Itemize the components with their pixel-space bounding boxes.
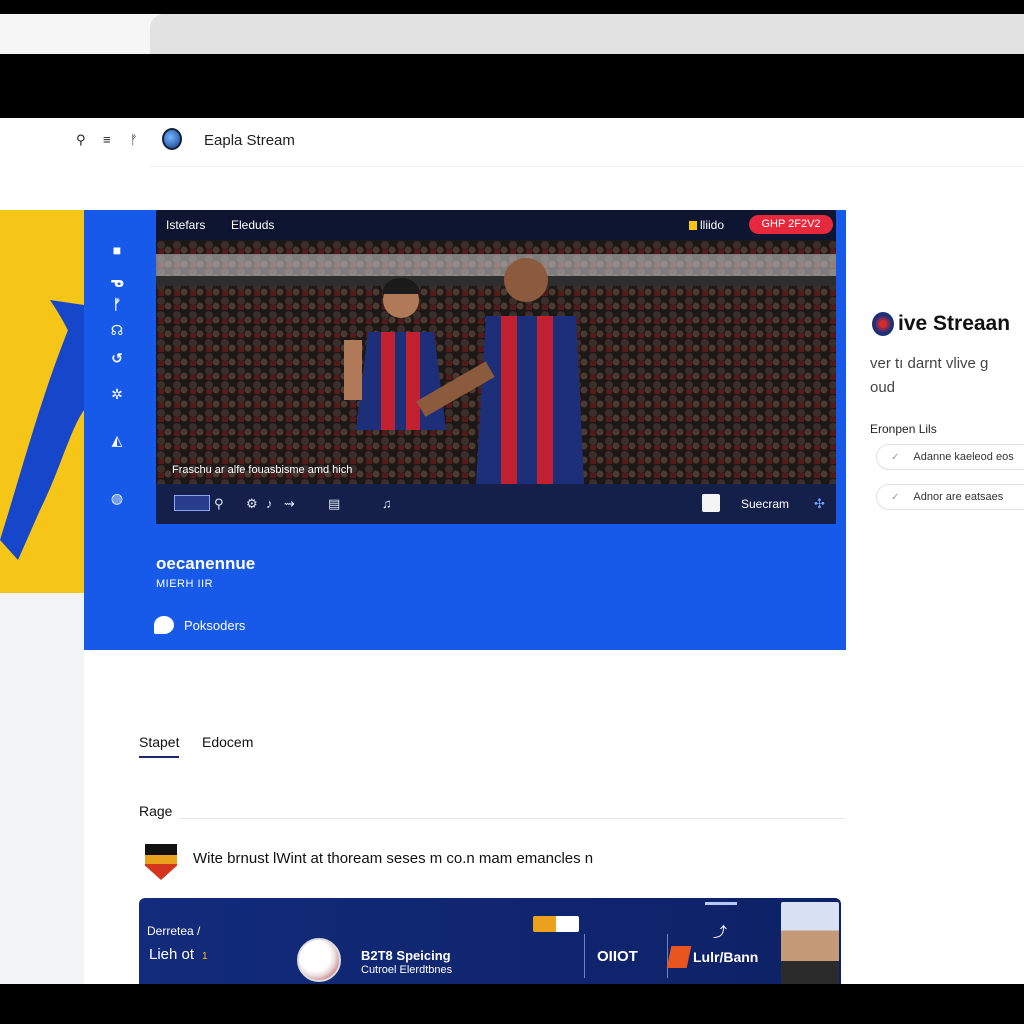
stream-subtitle: MIERH IIR	[156, 578, 214, 590]
card-subtitle: Cutroel Elerdtbnes	[361, 964, 453, 976]
app-logo	[162, 128, 182, 150]
subscribe-button[interactable]: Poksoders	[154, 612, 245, 638]
browser-tab[interactable]	[150, 14, 1024, 54]
options-label: Eronpen Lils	[870, 422, 937, 436]
card-label: Derretea /	[147, 924, 201, 938]
chat-bubble-icon	[154, 616, 174, 634]
chat-icon[interactable]: ☊	[104, 322, 130, 339]
profile-icon[interactable]: ᓀ	[104, 274, 130, 291]
player-header: Istefars Eleduds lliido GHP 2F2V2	[156, 210, 836, 240]
card-tag[interactable]: Lulr/Bann	[666, 946, 759, 968]
cast-icon[interactable]: ⇝	[284, 496, 295, 512]
share-icon[interactable]: ⤴	[713, 922, 727, 942]
card-league-text: Lieh ot	[149, 946, 195, 963]
menu-icon[interactable]: ≡	[103, 132, 111, 147]
match-video-image	[156, 240, 836, 484]
refresh-icon[interactable]: ↺	[104, 350, 130, 367]
live-description: ver tı darnt vlive g oud	[870, 352, 1024, 400]
bottom-black-band	[0, 984, 1024, 1024]
live-description-line-2: oud	[870, 379, 896, 396]
team-crest-icon	[145, 844, 177, 880]
page: ⚲ ≡ ᚠ Eapla Stream ■ ᓀ ᚠ ☊ ↺ ✲ ◭ ◍ Istef…	[0, 118, 1024, 984]
quality-label: lliido	[700, 218, 725, 232]
card-divider-2	[667, 934, 668, 978]
bookmark-icon[interactable]: ◭	[104, 432, 130, 449]
tab-edocem[interactable]: Edocem	[202, 734, 253, 750]
settings-icon[interactable]: ⚙	[246, 496, 258, 512]
live-stream-heading: ive Streaan	[872, 312, 1010, 336]
search-icon[interactable]: ⚲	[76, 132, 86, 148]
player-tab-2[interactable]: Eleduds	[231, 218, 274, 232]
globe-icon[interactable]: ◍	[104, 490, 130, 507]
flag-icon[interactable]: ᚠ	[104, 296, 130, 312]
player-avatar	[781, 902, 839, 984]
video-frame[interactable]: Fraschu ar alfe fouasbisme amd hich	[156, 240, 836, 484]
card-tag-label: Lulr/Bann	[693, 949, 759, 965]
card-accent-line	[705, 902, 737, 905]
audio-icon[interactable]: ♫	[382, 496, 392, 511]
option-1-label: Adanne kaeleod eos	[913, 451, 1014, 463]
search-icon[interactable]: ⚲	[214, 496, 224, 512]
share-icon[interactable]: ✣	[814, 496, 825, 512]
tab-stapet[interactable]: Stapet	[139, 734, 180, 758]
football-icon	[297, 938, 341, 982]
subtitles-icon[interactable]: ▤	[328, 496, 340, 512]
card-divider-1	[584, 934, 585, 978]
live-description-line-1: ver tı darnt vlive g	[870, 355, 989, 372]
card-league: Lieh ot 1	[149, 946, 208, 963]
video-player[interactable]: Istefars Eleduds lliido GHP 2F2V2 Frasch…	[156, 210, 836, 524]
video-caption: Fraschu ar alfe fouasbisme amd hich	[172, 464, 353, 476]
app-title: Eapla Stream	[204, 132, 295, 149]
subscribe-label: Poksoders	[184, 617, 246, 633]
player-tab-1[interactable]: Istefars	[166, 218, 205, 232]
card-title: B2T8 Speicing	[361, 948, 451, 963]
option-check-icon: ✓	[891, 451, 900, 463]
section-divider	[180, 818, 844, 819]
section-label: Rage	[139, 803, 173, 819]
match-card[interactable]: Derretea / Lieh ot 1 B2T8 Speicing Cutroe…	[139, 898, 841, 984]
club-crest-icon	[872, 312, 894, 336]
tag-icon	[666, 946, 692, 968]
left-brand-strip	[0, 210, 84, 593]
option-pill-2[interactable]: ✓ Adnor are eatsaes	[876, 484, 1024, 510]
match-headline[interactable]: Wite brnust lWint at thoream seses m co.…	[193, 850, 593, 867]
live-button[interactable]: GHP 2F2V2	[749, 215, 833, 234]
player-controls: ⚲ ⚙ ♪ ⇝ ▤ ♫ Suecram ✣	[156, 484, 836, 524]
settings-icon[interactable]: ✲	[104, 386, 130, 403]
nav-divider	[150, 166, 1024, 167]
card-league-mark: 1	[202, 951, 208, 962]
brand-graphic	[0, 300, 84, 560]
quality-icon	[689, 221, 697, 230]
live-heading-text: ive Streaan	[898, 312, 1011, 335]
option-pill-1[interactable]: ✓ Adanne kaeleod eos	[876, 444, 1024, 470]
dot-icon[interactable]: ■	[104, 242, 130, 258]
fullscreen-button[interactable]	[702, 494, 720, 512]
flag-icon[interactable]: ᚠ	[130, 132, 138, 147]
volume-icon[interactable]: ♪	[266, 496, 273, 511]
card-badge	[533, 916, 579, 932]
option-2-label: Adnor are eatsaes	[913, 491, 1004, 503]
player-source-label[interactable]: Suecram	[741, 497, 789, 511]
browser-chrome	[0, 14, 1024, 54]
option-check-icon: ✓	[891, 491, 900, 503]
card-code: OIIOT	[597, 948, 638, 965]
stream-title: oecanennue	[156, 554, 256, 573]
stream-panel: ■ ᓀ ᚠ ☊ ↺ ✲ ◭ ◍ Istefars Eleduds lliido …	[84, 210, 846, 650]
quality-selector[interactable]: lliido	[689, 218, 724, 232]
progress-thumbnail[interactable]	[174, 495, 210, 511]
